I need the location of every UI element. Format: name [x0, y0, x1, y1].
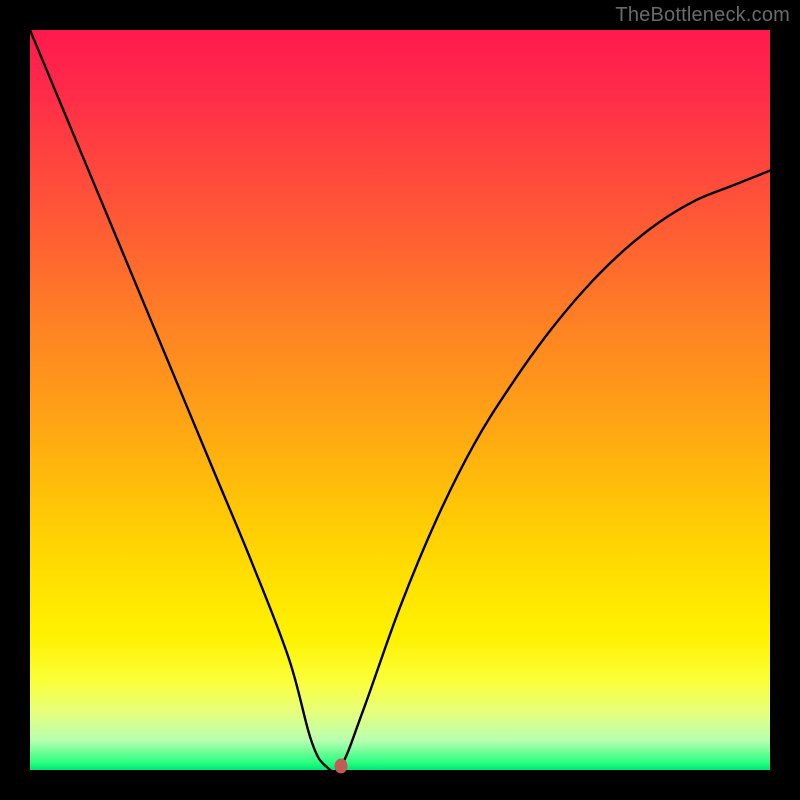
chart-frame: TheBottleneck.com [0, 0, 800, 800]
bottleneck-curve [30, 30, 770, 770]
plot-area [30, 30, 770, 770]
watermark-text: TheBottleneck.com [615, 4, 790, 27]
minimum-marker [334, 759, 347, 774]
